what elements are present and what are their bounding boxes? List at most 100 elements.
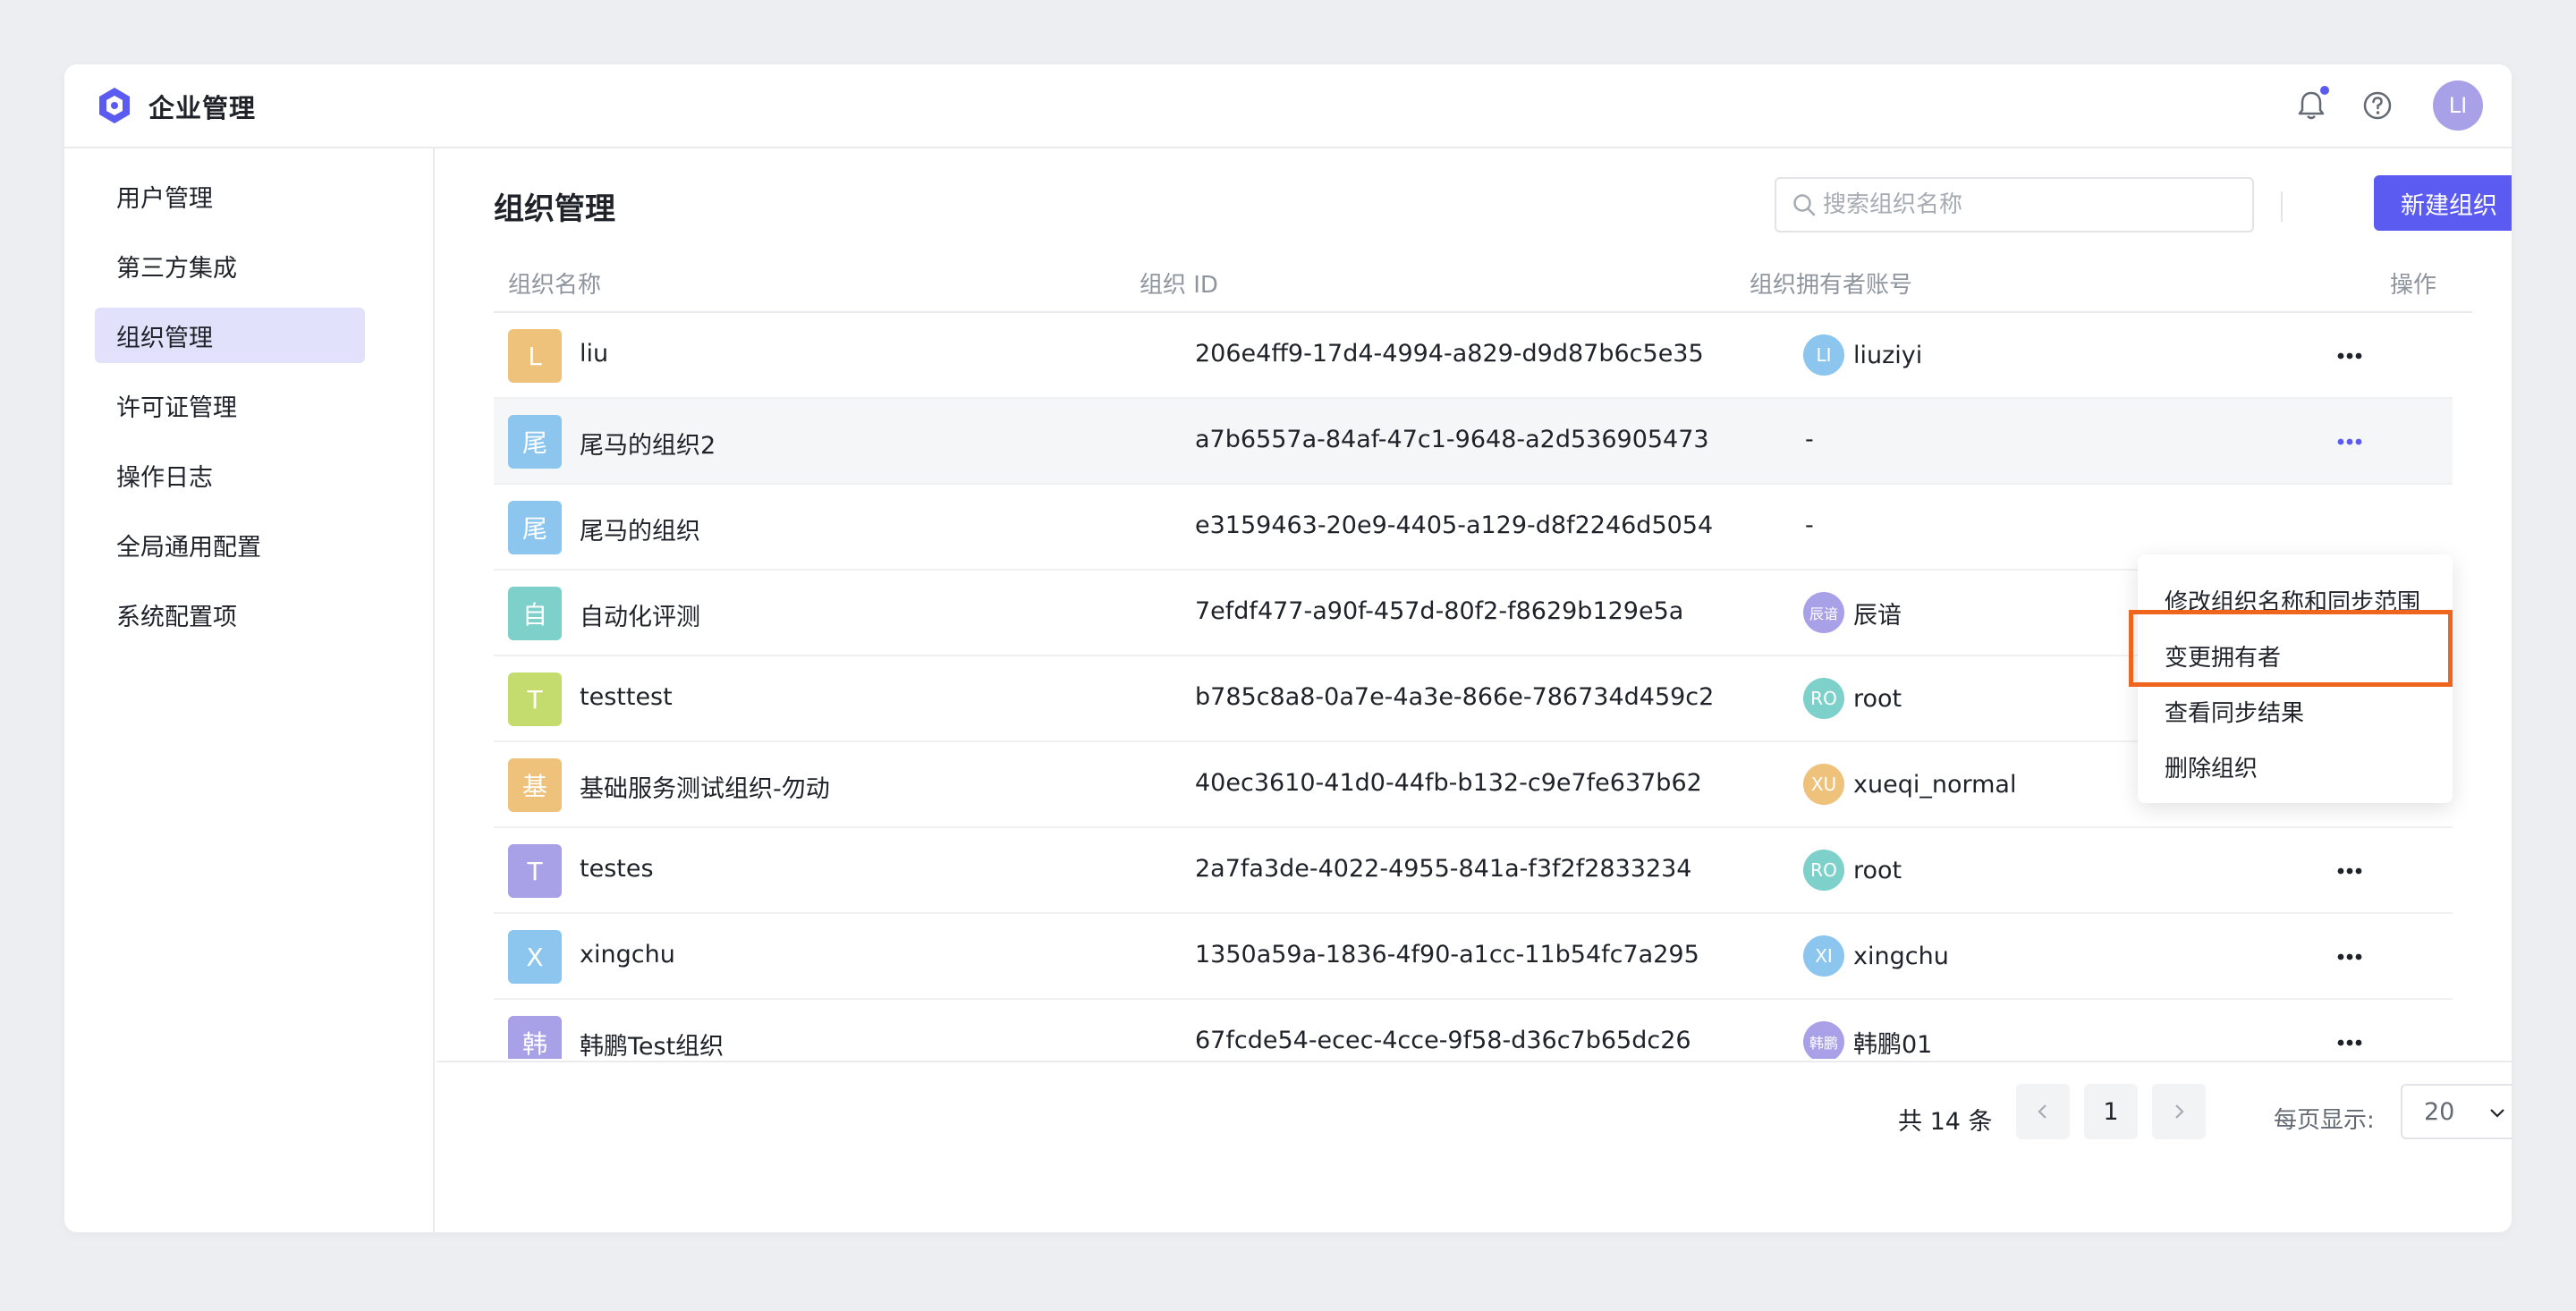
sidebar-item-organizations[interactable]: 组织管理 (95, 308, 365, 363)
owner-account: liuziyi (1853, 341, 1923, 369)
org-avatar: 自 (508, 587, 562, 640)
table-row[interactable]: L liu 206e4ff9-17d4-4994-a829-d9d87b6c5e… (494, 313, 2453, 399)
org-id: 7efdf477-a90f-457d-80f2-f8629b129e5a (1195, 597, 1684, 625)
menu-item-delete-organization[interactable]: 删除组织 (2138, 739, 2453, 794)
chevron-left-icon (2038, 1104, 2046, 1119)
app-title: 企业管理 (148, 93, 257, 123)
owner: XI xingchu (1803, 935, 1949, 977)
search-icon (1793, 194, 1816, 216)
org-id: 206e4ff9-17d4-4994-a829-d9d87b6c5e35 (1195, 340, 1704, 368)
org-id: b785c8a8-0a7e-4a3e-866e-786734d459c2 (1195, 683, 1715, 711)
org-name: liu (580, 340, 609, 368)
org-avatar: X (508, 930, 562, 984)
org-name: 尾马的组织 (580, 518, 700, 546)
sidebar-item-global-config[interactable]: 全局通用配置 (95, 517, 365, 572)
more-icon (2337, 953, 2362, 960)
app-logo-icon (99, 88, 130, 123)
column-header-name: 组织名称 (508, 272, 602, 299)
sidebar-item-integrations[interactable]: 第三方集成 (95, 238, 365, 293)
menu-item-view-sync-result[interactable]: 查看同步结果 (2138, 683, 2453, 739)
search-input[interactable] (1823, 191, 2234, 218)
org-id: 1350a59a-1836-4f90-a1cc-11b54fc7a295 (1195, 941, 1699, 968)
column-header-id: 组织 ID (1140, 272, 1218, 299)
org-avatar: L (508, 329, 562, 383)
menu-item-edit-name-sync-scope[interactable]: 修改组织名称和同步范围 (2138, 572, 2453, 628)
top-bar: 企业管理 LI (64, 64, 2512, 148)
table-row[interactable]: X xingchu 1350a59a-1836-4f90-a1cc-11b54f… (494, 914, 2453, 1000)
column-header-owner: 组织拥有者账号 (1750, 272, 1913, 299)
org-id: 67fcde54-ecec-4cce-9f58-d36c7b65dc26 (1195, 1027, 1691, 1054)
owner-account: root (1853, 684, 1902, 713)
org-avatar: 尾 (508, 501, 562, 554)
more-icon (2337, 867, 2362, 875)
sidebar: 用户管理 第三方集成 组织管理 许可证管理 操作日志 全局通用配置 系统配置项 (64, 148, 435, 1232)
toolbar-divider (2281, 191, 2283, 222)
org-id: a7b6557a-84af-47c1-9648-a2d536905473 (1195, 426, 1709, 453)
table-row[interactable]: 韩 韩鹏Test组织 67fcde54-ecec-4cce-9f58-d36c7… (494, 1000, 2453, 1059)
next-page-button[interactable] (2152, 1084, 2206, 1139)
previous-page-button[interactable] (2016, 1084, 2070, 1139)
table-header: 组织名称 组织 ID 组织拥有者账号 操作 (494, 249, 2472, 313)
page-size-label: 每页显示: (2274, 1107, 2375, 1134)
owner: 韩鹏 韩鹏01 (1803, 1021, 1932, 1059)
table-row[interactable]: 尾 尾马的组织2 a7b6557a-84af-47c1-9648-a2d5369… (494, 399, 2453, 485)
menu-item-change-owner[interactable]: 变更拥有者 (2138, 628, 2453, 683)
owner-avatar: 韩鹏 (1803, 1021, 1844, 1059)
owner: RO root (1803, 678, 1902, 719)
page-title: 组织管理 (494, 191, 615, 227)
search-box[interactable] (1775, 177, 2254, 233)
owner-avatar: XU (1803, 764, 1844, 805)
more-actions-button[interactable] (2327, 939, 2372, 975)
org-avatar: 基 (508, 758, 562, 812)
org-avatar: 尾 (508, 415, 562, 469)
more-icon (2337, 438, 2362, 445)
user-avatar[interactable]: LI (2433, 80, 2483, 131)
more-actions-button[interactable] (2327, 853, 2372, 889)
org-avatar: 韩 (508, 1016, 562, 1059)
owner: RO root (1803, 850, 1902, 891)
page-size-value: 20 (2424, 1097, 2455, 1126)
pagination-bar: 共 14 条 1 每页显示: 20 (436, 1061, 2512, 1232)
owner-avatar: 辰谙 (1803, 592, 1844, 633)
chevron-right-icon (2175, 1104, 2184, 1119)
new-organization-button[interactable]: 新建组织 (2374, 175, 2512, 231)
org-avatar: T (508, 844, 562, 898)
more-actions-button[interactable] (2327, 424, 2372, 460)
owner: XU xueqi_normal (1803, 764, 2016, 805)
org-name: 自动化评测 (580, 604, 700, 631)
org-name: testes (580, 855, 654, 883)
owner-avatar: RO (1803, 678, 1844, 719)
org-name: 韩鹏Test组织 (580, 1033, 724, 1059)
owner-account: xingchu (1853, 942, 1949, 970)
sidebar-item-system-config[interactable]: 系统配置项 (95, 587, 365, 642)
owner: LI liuziyi (1803, 334, 1922, 376)
more-icon (2337, 1039, 2362, 1046)
row-actions-menu: 修改组织名称和同步范围 变更拥有者 查看同步结果 删除组织 (2138, 554, 2453, 803)
page-size-select[interactable]: 20 (2401, 1084, 2512, 1139)
app-window: 企业管理 LI 用户管理 第三方集成 组织管理 许可证管理 操作日志 全局通用配… (64, 64, 2512, 1232)
owner-account: - (1805, 512, 1814, 539)
notification-dot (2318, 84, 2331, 97)
column-header-actions: 操作 (2390, 272, 2437, 299)
table-row[interactable]: T testes 2a7fa3de-4022-4955-841a-f3f2f28… (494, 828, 2453, 914)
owner-avatar: XI (1803, 935, 1844, 977)
help-icon[interactable] (2360, 88, 2395, 123)
page-number-button[interactable]: 1 (2084, 1084, 2138, 1139)
total-count: 共 14 条 (1898, 1108, 1993, 1136)
sidebar-item-users[interactable]: 用户管理 (95, 168, 365, 224)
org-id: 2a7fa3de-4022-4955-841a-f3f2f2833234 (1195, 855, 1692, 883)
owner-account: root (1853, 856, 1902, 884)
owner-account: 辰谙 (1853, 601, 1902, 630)
more-actions-button[interactable] (2327, 1025, 2372, 1059)
org-name: 尾马的组织2 (580, 432, 716, 460)
org-id: 40ec3610-41d0-44fb-b132-c9e7fe637b62 (1195, 769, 1702, 797)
org-name: 基础服务测试组织-勿动 (580, 775, 830, 803)
owner-account: xueqi_normal (1853, 770, 2017, 799)
owner: 辰谙 辰谙 (1803, 592, 1902, 633)
sidebar-item-licenses[interactable]: 许可证管理 (95, 377, 365, 433)
sidebar-item-operation-logs[interactable]: 操作日志 (95, 447, 365, 503)
owner-avatar: LI (1803, 334, 1844, 376)
org-avatar: T (508, 672, 562, 726)
owner-avatar: RO (1803, 850, 1844, 891)
more-actions-button[interactable] (2327, 338, 2372, 374)
